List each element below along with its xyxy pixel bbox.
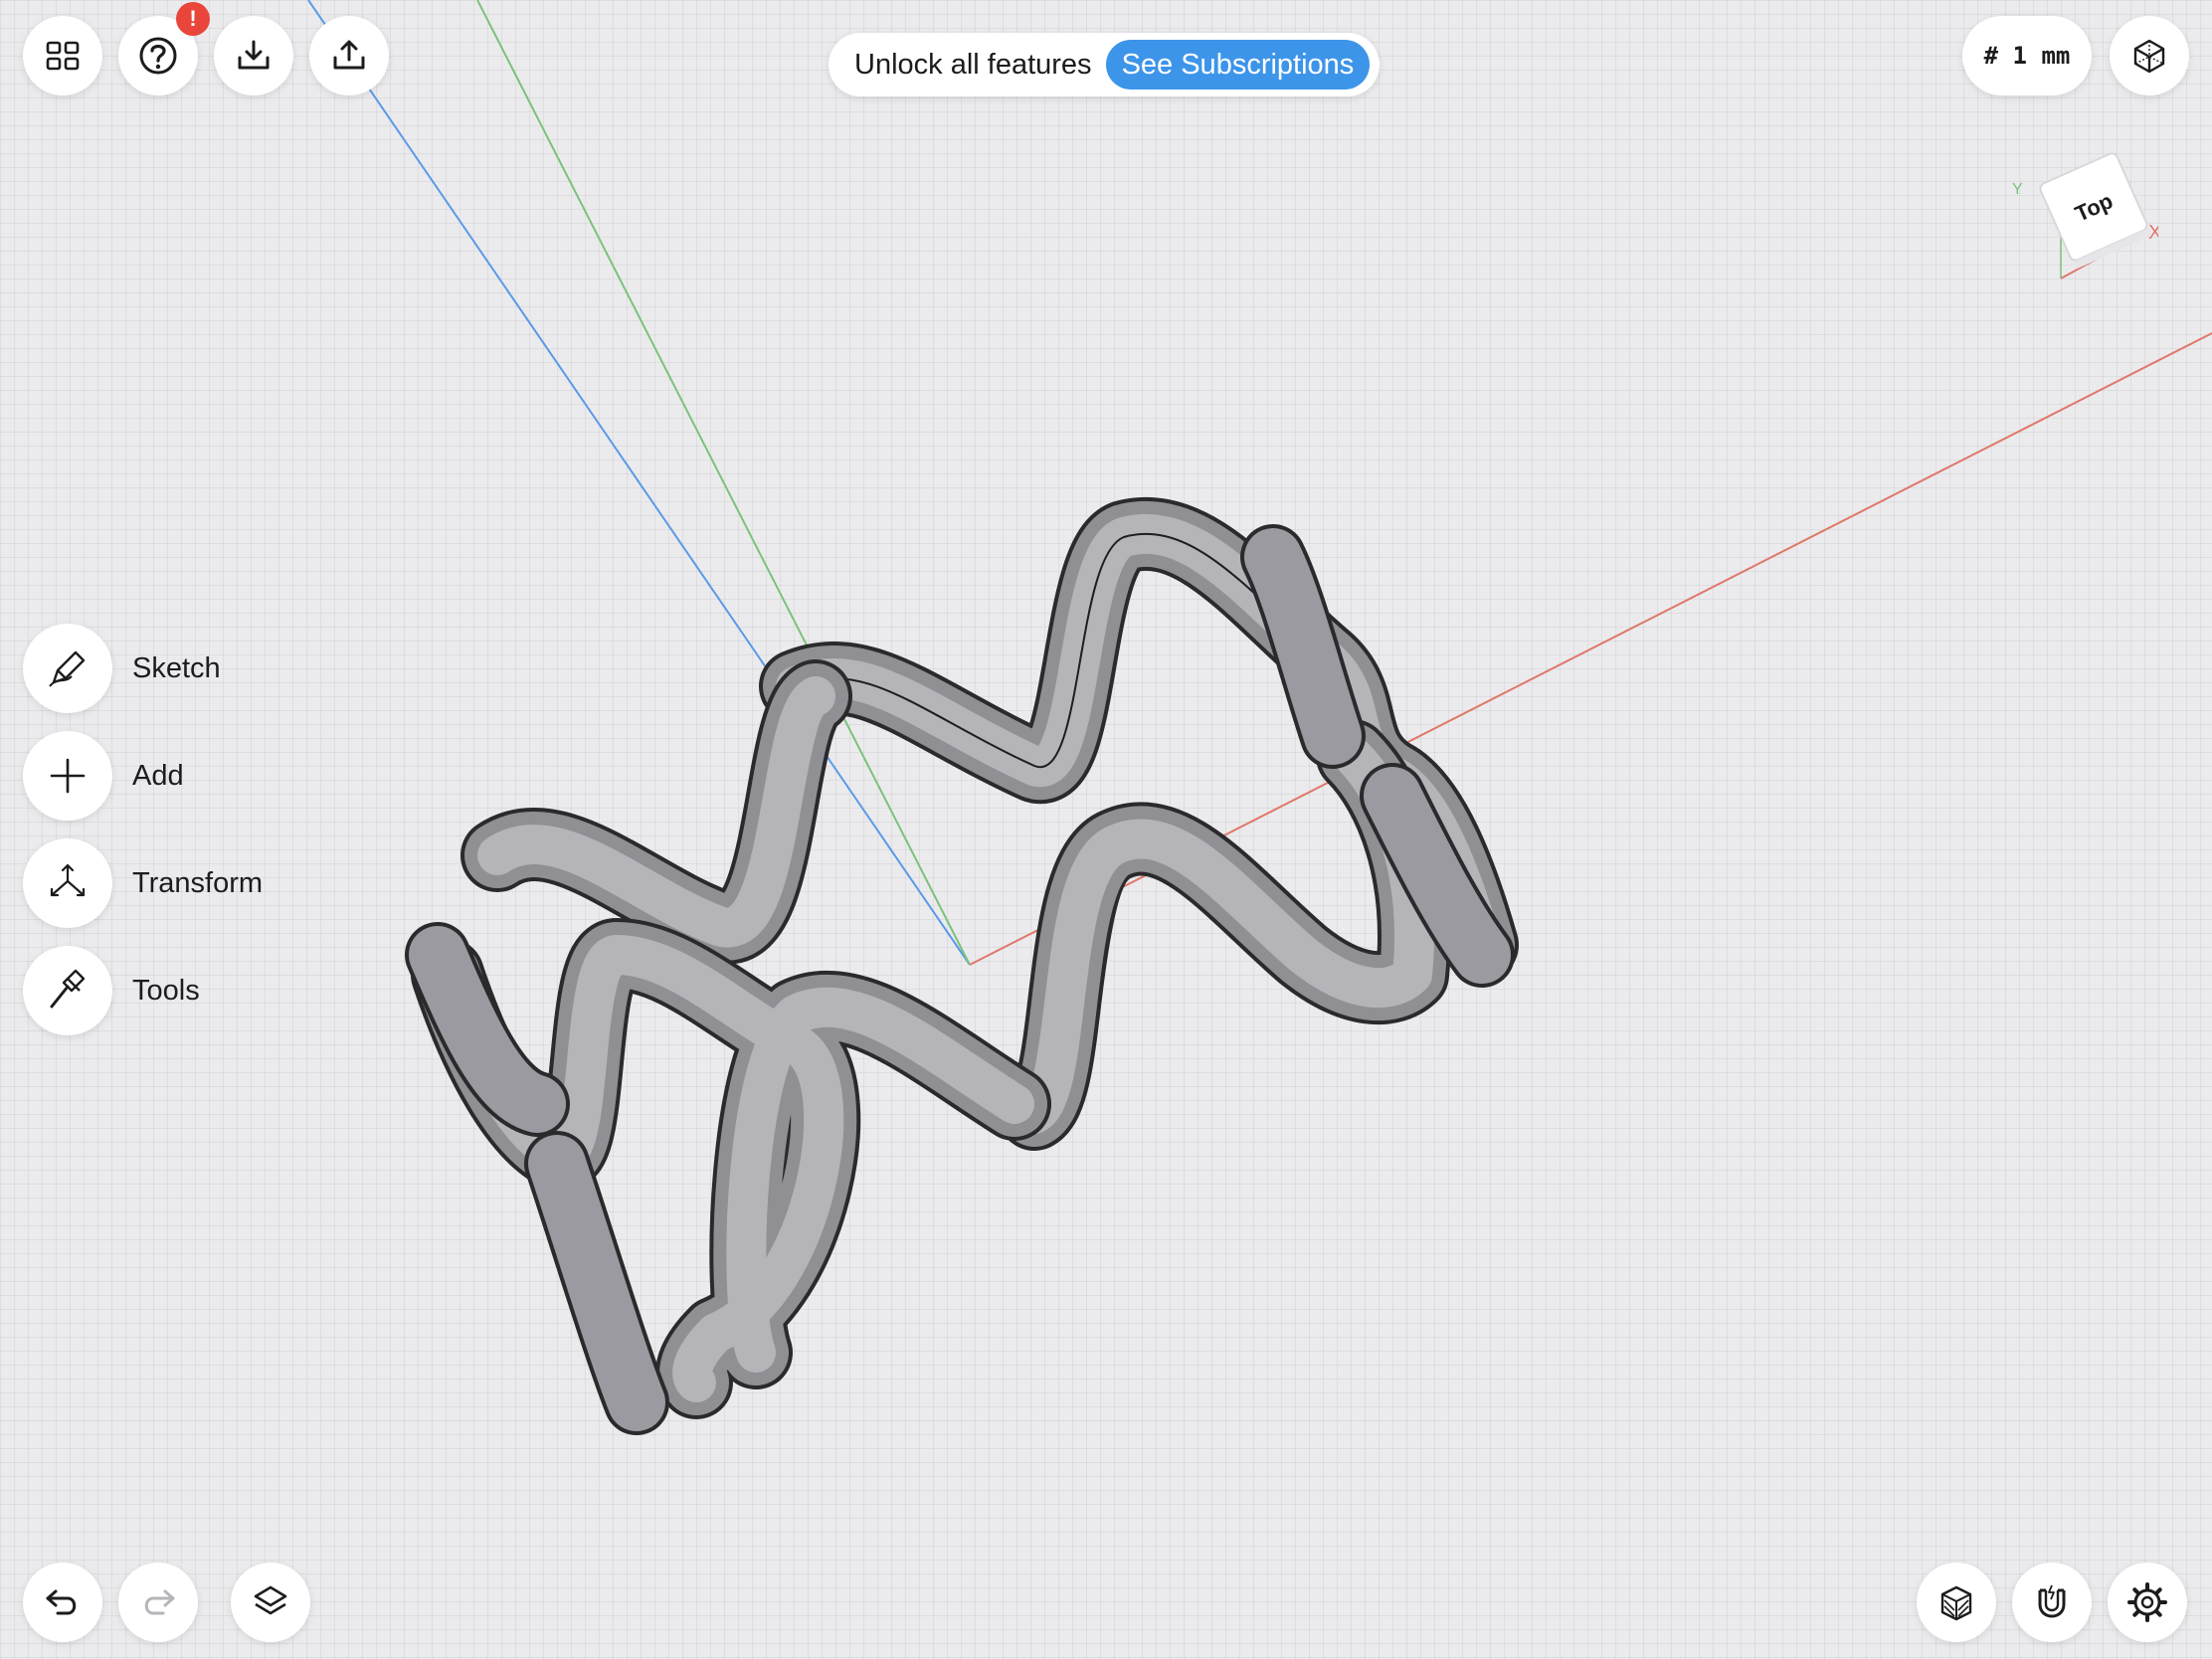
undo-icon xyxy=(46,1589,77,1615)
sidebar-item-label: Transform xyxy=(132,866,264,899)
download-tray-icon xyxy=(238,40,270,70)
layers-icon xyxy=(254,1585,287,1615)
view-mode-button[interactable] xyxy=(2110,16,2189,95)
grid-size-indicator[interactable]: # 1 mm xyxy=(1962,16,2092,95)
magnet-snap-icon xyxy=(2038,1584,2066,1618)
transform-button[interactable] xyxy=(23,838,112,928)
viewcube-y-label: Y xyxy=(2012,181,2023,198)
menu-button[interactable] xyxy=(23,16,102,95)
subscription-banner: Unlock all features See Subscriptions xyxy=(829,33,1381,96)
hammer-icon xyxy=(50,969,86,1009)
isometric-cube-icon xyxy=(2133,39,2165,74)
undo-button[interactable] xyxy=(23,1563,102,1642)
wavy-lattice-model[interactable] xyxy=(405,496,1519,1435)
sidebar-item-label: Add xyxy=(132,759,184,792)
import-button[interactable] xyxy=(214,16,293,95)
view-cube[interactable]: X Y Top xyxy=(2009,139,2161,288)
tools-button[interactable] xyxy=(23,946,112,1035)
question-mark-icon xyxy=(139,37,177,75)
plus-icon xyxy=(50,758,86,794)
3d-viewport[interactable] xyxy=(0,0,2212,1659)
sketch-button[interactable] xyxy=(23,624,112,713)
section-view-button[interactable] xyxy=(1917,1563,1996,1642)
sidebar-item-add[interactable]: Add xyxy=(23,731,184,821)
export-button[interactable] xyxy=(309,16,389,95)
notification-badge: ! xyxy=(176,2,210,36)
gear-icon xyxy=(2127,1582,2167,1622)
redo-icon xyxy=(144,1589,175,1615)
section-view-icon xyxy=(1940,1585,1972,1621)
settings-button[interactable] xyxy=(2108,1563,2187,1642)
sidebar-item-transform[interactable]: Transform xyxy=(23,838,263,928)
add-button[interactable] xyxy=(23,731,112,821)
see-subscriptions-button[interactable]: See Subscriptions xyxy=(1105,40,1371,90)
snap-button[interactable] xyxy=(2012,1563,2092,1642)
z-axis-line xyxy=(307,0,971,966)
pencil-sketch-icon xyxy=(49,650,86,687)
sidebar-item-label: Sketch xyxy=(132,651,221,684)
sidebar-item-tools[interactable]: Tools xyxy=(23,946,200,1035)
grid-menu-icon xyxy=(46,41,80,71)
share-upload-icon xyxy=(333,40,365,70)
transform-arrows-icon xyxy=(50,863,86,897)
layers-button[interactable] xyxy=(231,1563,310,1642)
redo-button[interactable] xyxy=(118,1563,198,1642)
banner-text: Unlock all features xyxy=(854,48,1092,81)
scene-canvas[interactable] xyxy=(0,0,2212,1659)
help-button[interactable]: ! xyxy=(118,2,210,95)
sidebar-item-label: Tools xyxy=(132,974,200,1007)
sidebar-item-sketch[interactable]: Sketch xyxy=(23,624,221,713)
